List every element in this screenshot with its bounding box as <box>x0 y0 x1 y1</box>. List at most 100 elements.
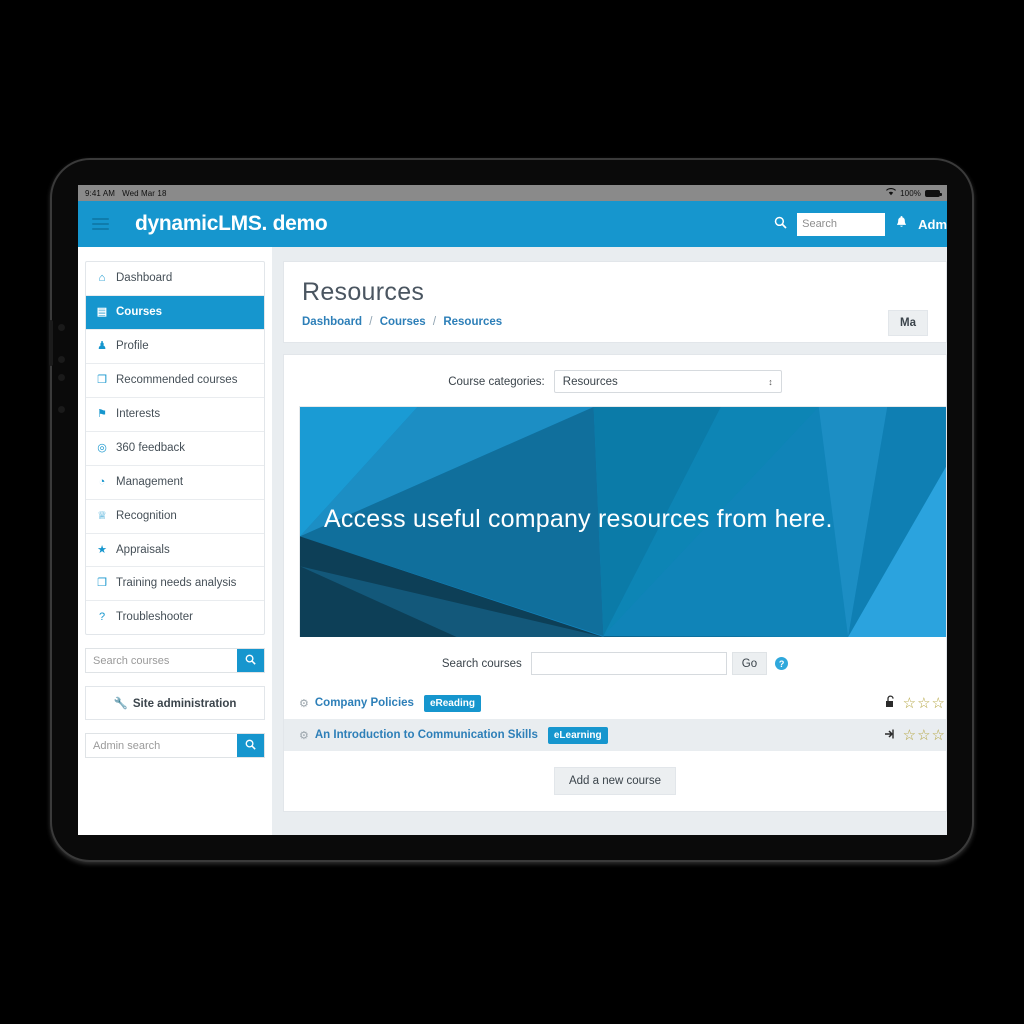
question-icon: ? <box>98 611 106 624</box>
sidebar-item-troubleshooter[interactable]: ? Troubleshooter <box>86 601 264 634</box>
course-link[interactable]: Company Policies <box>315 697 414 709</box>
sidebar-item-label: Recognition <box>116 509 177 522</box>
help-icon[interactable]: ? <box>775 657 789 670</box>
sidebar-item-label: Recommended courses <box>116 373 238 386</box>
device-sensor-dot <box>58 406 65 413</box>
table-row: ⚙ Company Policies eReading ☆☆☆ <box>284 687 946 719</box>
target-icon: ◎ <box>97 441 107 454</box>
banner-heading: Access useful company resources from her… <box>324 505 833 533</box>
course-type-badge: eReading <box>423 694 481 712</box>
pie-chart-icon: ◔ <box>98 475 106 488</box>
battery-icon <box>925 189 942 197</box>
resources-banner: Access useful company resources from her… <box>299 406 946 637</box>
sidebar-item-interests[interactable]: ⚑ Interests <box>86 398 264 432</box>
hamburger-icon[interactable] <box>92 218 109 230</box>
main-content: Resources Dashboard / Courses / Resource… <box>272 247 947 835</box>
course-categories-value: Resources <box>562 375 618 388</box>
course-search-button[interactable] <box>237 649 264 673</box>
copy-icon: ❐ <box>97 577 107 590</box>
status-date: Wed Mar 18 <box>122 188 167 198</box>
sidebar-item-label: Interests <box>116 407 161 420</box>
search-courses-input[interactable] <box>530 652 727 675</box>
course-icon: ⚙ <box>299 729 309 742</box>
bell-icon[interactable] <box>895 215 908 233</box>
admin-search-input[interactable] <box>86 734 237 758</box>
table-row: ⚙ An Introduction to Communication Skill… <box>284 719 946 751</box>
sidebar-item-appraisals[interactable]: ★ Appraisals <box>86 534 264 568</box>
sidebar-item-dashboard[interactable]: ⌂ Dashboard <box>86 262 264 296</box>
course-type-badge: eLearning <box>547 726 608 744</box>
trophy-icon: ♕ <box>97 509 107 522</box>
tablet-device: 9:41 AM Wed Mar 18 100% dynamicLMS. demo <box>49 160 972 860</box>
device-sensor-dot <box>58 356 65 363</box>
unlock-icon[interactable] <box>885 695 896 711</box>
book-icon: ▤ <box>96 305 108 318</box>
copy-icon: ❐ <box>97 373 107 386</box>
top-navbar: dynamicLMS. demo Adm <box>78 201 947 247</box>
status-bar: 9:41 AM Wed Mar 18 100% <box>78 185 947 201</box>
course-categories-select[interactable]: Resources ↕ <box>553 370 782 393</box>
breadcrumb-separator: / <box>432 316 437 328</box>
sidebar-item-label: Management <box>116 475 184 488</box>
course-listing-card: Course categories: Resources ↕ Access us… <box>283 354 947 812</box>
star-rating[interactable]: ☆☆☆ <box>903 694 946 712</box>
device-sensor-dot <box>58 324 65 331</box>
enrol-icon[interactable] <box>884 728 896 743</box>
sidebar-item-label: 360 feedback <box>116 441 186 454</box>
wifi-icon <box>886 188 897 198</box>
sidebar-item-label: Training needs analysis <box>116 577 237 590</box>
page-header-card: Resources Dashboard / Courses / Resource… <box>283 261 947 343</box>
breadcrumb: Dashboard / Courses / Resources <box>302 316 928 328</box>
site-admin-label: Site administration <box>132 698 237 711</box>
sidebar-item-label: Appraisals <box>116 543 170 556</box>
add-course-row: Add a new course <box>284 751 946 811</box>
sidebar-item-label: Profile <box>116 339 149 352</box>
sidebar-item-profile[interactable]: ♟ Profile <box>86 330 264 364</box>
bookmark-icon: ⚑ <box>97 407 107 420</box>
user-menu-label[interactable]: Adm <box>918 217 947 232</box>
sidebar-item-label: Courses <box>116 305 163 318</box>
search-input[interactable] <box>797 212 886 236</box>
course-icon: ⚙ <box>299 697 309 710</box>
search-icon[interactable] <box>774 216 787 232</box>
sidebar-item-360-feedback[interactable]: ◎ 360 feedback <box>86 432 264 466</box>
admin-search-button[interactable] <box>237 734 264 758</box>
sidebar-item-management[interactable]: ◔ Management <box>86 466 264 500</box>
course-categories-row: Course categories: Resources ↕ <box>284 370 946 393</box>
course-search-row: Search courses Go ? <box>284 652 946 675</box>
course-list: ⚙ Company Policies eReading ☆☆☆ ⚙ An Int… <box>284 687 946 751</box>
sidebar-item-label: Troubleshooter <box>116 611 193 624</box>
course-search-box <box>85 648 265 674</box>
device-side-button <box>49 320 53 366</box>
breadcrumb-separator: / <box>369 316 373 328</box>
star-rating[interactable]: ☆☆☆ <box>903 726 946 744</box>
home-icon: ⌂ <box>98 272 106 284</box>
course-link[interactable]: An Introduction to Communication Skills <box>315 729 538 741</box>
sidebar: ⌂ Dashboard ▤ Courses ♟ Profile ❐ Recomm… <box>78 247 272 835</box>
sidebar-item-courses[interactable]: ▤ Courses <box>86 295 264 330</box>
breadcrumb-item-resources[interactable]: Resources <box>443 316 502 328</box>
status-time: 9:41 AM <box>85 188 116 198</box>
manage-courses-button[interactable]: Ma <box>888 310 928 336</box>
breadcrumb-item-courses[interactable]: Courses <box>380 316 426 328</box>
sidebar-item-label: Dashboard <box>116 272 173 284</box>
wrench-icon: 🔧 <box>113 698 128 711</box>
chevron-updown-icon: ↕ <box>768 376 773 387</box>
device-sensor-dot <box>58 374 65 381</box>
breadcrumb-item-dashboard[interactable]: Dashboard <box>302 316 362 328</box>
sidebar-item-recommended-courses[interactable]: ❐ Recommended courses <box>86 364 264 398</box>
battery-percent: 100% <box>900 188 921 198</box>
sidebar-item-recognition[interactable]: ♕ Recognition <box>86 500 264 534</box>
admin-search-box <box>85 733 265 759</box>
search-courses-label: Search courses <box>441 657 522 670</box>
add-new-course-button[interactable]: Add a new course <box>553 767 677 795</box>
course-categories-label: Course categories: <box>448 375 545 388</box>
site-administration-button[interactable]: 🔧 Site administration <box>85 686 265 721</box>
sidebar-nav-list: ⌂ Dashboard ▤ Courses ♟ Profile ❐ Recomm… <box>85 261 265 636</box>
brand-logo[interactable]: dynamicLMS. demo <box>135 212 328 236</box>
course-search-input[interactable] <box>86 649 237 673</box>
page-title: Resources <box>302 278 425 306</box>
device-screen: 9:41 AM Wed Mar 18 100% dynamicLMS. demo <box>78 185 947 835</box>
sidebar-item-training-needs-analysis[interactable]: ❐ Training needs analysis <box>86 567 264 602</box>
go-button[interactable]: Go <box>731 652 768 675</box>
